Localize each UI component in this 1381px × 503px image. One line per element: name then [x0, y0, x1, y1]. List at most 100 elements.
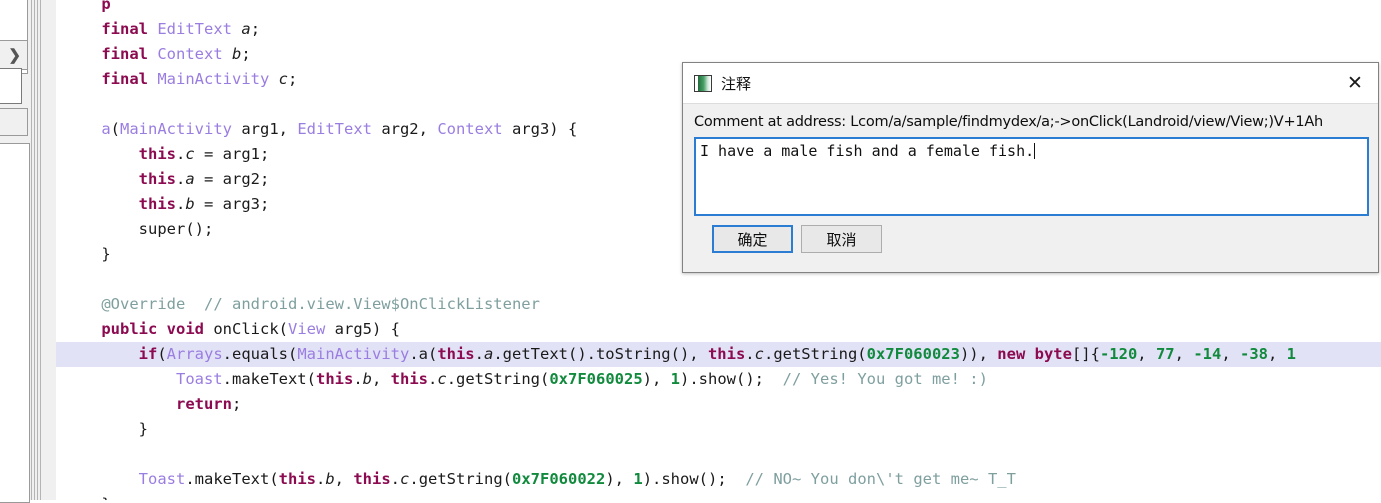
panel-divider [31, 0, 32, 500]
code-token: 0x7F060023 [866, 345, 960, 363]
code-token: new [997, 345, 1026, 363]
code-token: . [428, 370, 438, 388]
code-token: @Override [101, 295, 186, 313]
code-token: . [745, 345, 755, 363]
comment-input[interactable]: I have a male fish and a female fish. [694, 137, 1369, 216]
code-token: MainActivity [297, 345, 410, 363]
code-token: . [175, 195, 186, 213]
code-token: c [278, 70, 289, 88]
code-token: void [166, 320, 204, 338]
code-token: 1 [633, 470, 643, 488]
code-token: byte [1034, 345, 1072, 363]
collapsed-panel-toolbar [0, 108, 28, 136]
code-token: -14 [1193, 345, 1222, 363]
code-line[interactable]: Toast.makeText(this.b, this.c.getString(… [56, 467, 1381, 492]
comment-address-label: Comment at address: Lcom/a/sample/findmy… [694, 114, 1323, 130]
panel-divider [34, 0, 35, 500]
code-line[interactable]: Toast.makeText(this.b, this.c.getString(… [56, 367, 1381, 392]
code-token: c [400, 470, 410, 488]
code-token: Context [437, 120, 503, 138]
code-token: MainActivity [157, 70, 270, 88]
cancel-button[interactable]: 取消 [801, 225, 882, 253]
expand-panel-chevron-icon[interactable]: ❯ [0, 40, 28, 70]
dialog-button-row: 确定 取消 [694, 216, 1367, 253]
code-token: . [175, 145, 186, 163]
code-line[interactable] [56, 442, 1381, 467]
code-token: a [101, 120, 111, 138]
code-token: , [1174, 345, 1194, 363]
code-line[interactable]: } [56, 492, 1381, 500]
code-token: . [315, 470, 326, 488]
code-token: final [101, 45, 148, 63]
code-line[interactable]: final EditText a; [56, 17, 1381, 42]
code-token: arg2, [371, 120, 438, 138]
code-token: -120 [1099, 345, 1138, 363]
code-token: c [754, 345, 764, 363]
code-token: } [64, 245, 111, 263]
code-token: b [325, 470, 335, 488]
collapsed-panel-field[interactable] [0, 68, 22, 104]
code-token: arg1, [232, 120, 298, 138]
code-token: p [101, 0, 111, 13]
code-token: super(); [64, 220, 214, 238]
code-token: View [288, 320, 326, 338]
code-token: .equals( [222, 345, 298, 363]
code-token: // Yes! You got me! :) [782, 370, 988, 388]
code-token: b [232, 45, 242, 63]
code-line[interactable]: } [56, 417, 1381, 442]
dialog-titlebar[interactable]: 注释 ✕ [683, 63, 1378, 104]
code-token: . [390, 470, 401, 488]
code-token: ), [605, 470, 634, 488]
code-token: } [64, 420, 148, 438]
code-token: -38 [1239, 345, 1268, 363]
code-token: , [1267, 345, 1287, 363]
editor-left-gutter [41, 0, 56, 500]
code-token: public [101, 320, 158, 338]
code-token: Arrays [166, 345, 223, 363]
code-token: .getString( [763, 345, 867, 363]
code-token: arg3) { [502, 120, 578, 138]
code-line[interactable]: p [56, 0, 1381, 17]
comment-dialog[interactable]: 注释 ✕ Comment at address: Lcom/a/sample/f… [682, 62, 1379, 273]
code-token: this [138, 145, 176, 163]
code-token: this [437, 345, 475, 363]
code-token: .a( [409, 345, 438, 363]
panel-divider[interactable] [37, 0, 38, 500]
code-token: ; [231, 395, 242, 413]
code-token: .makeText( [185, 470, 279, 488]
code-token: MainActivity [120, 120, 232, 138]
code-token: .getString( [446, 370, 550, 388]
left-collapsed-panel-strip: ❯ [0, 0, 56, 503]
code-token: onClick( [204, 320, 288, 338]
close-icon[interactable]: ✕ [1332, 63, 1378, 103]
code-token: a [483, 345, 494, 363]
code-token: . [474, 345, 484, 363]
code-token: a [241, 20, 251, 38]
code-token: ; [241, 45, 251, 63]
code-token: = arg3; [194, 195, 270, 213]
ok-button[interactable]: 确定 [712, 225, 793, 253]
code-token: final [101, 70, 148, 88]
code-token: 0x7F060022 [512, 470, 606, 488]
code-token: if [138, 345, 158, 363]
chevron-right-icon: ❯ [8, 47, 21, 64]
code-token: .getString( [409, 470, 513, 488]
comment-input-value: I have a male fish and a female fish. [700, 142, 1035, 160]
code-token: ; [288, 70, 298, 88]
code-line[interactable]: @Override // android.view.View$OnClickLi… [56, 292, 1381, 317]
code-line[interactable]: return; [56, 392, 1381, 417]
code-token: , [1137, 345, 1156, 363]
code-line[interactable]: public void onClick(View arg5) { [56, 317, 1381, 342]
code-line[interactable]: if(Arrays.equals(MainActivity.a(this.a.g… [56, 342, 1381, 367]
dialog-title: 注释 [721, 74, 752, 93]
